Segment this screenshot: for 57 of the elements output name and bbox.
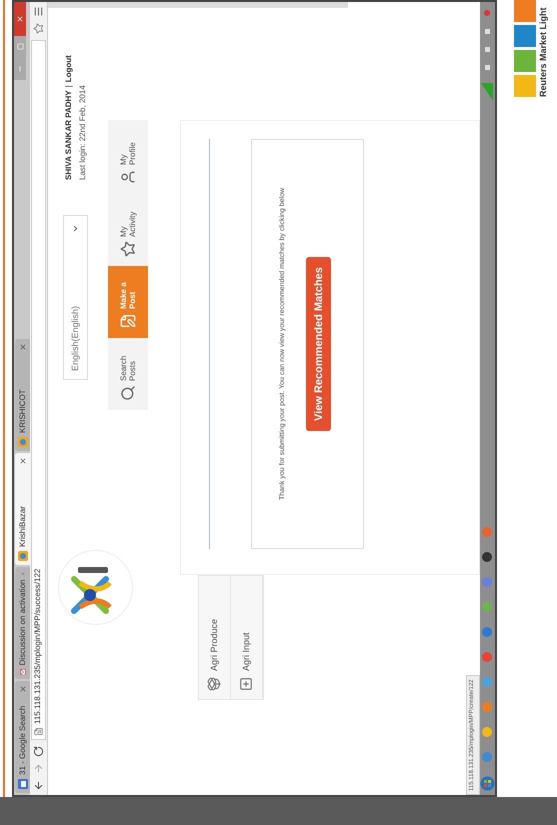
search-icon (120, 385, 136, 401)
view-matches-button[interactable]: View Recommended Matches (306, 257, 332, 431)
forward-icon[interactable] (32, 763, 44, 774)
close-icon[interactable] (18, 457, 26, 465)
add-box-icon (239, 677, 254, 691)
address-bar[interactable]: 115.118.131.235/mplogin/MPP/success/122 (30, 40, 46, 740)
maximize-icon (16, 44, 24, 50)
browser-tab[interactable]: 31 - Google Search (15, 681, 30, 793)
nav-item[interactable]: Search Posts (108, 338, 148, 410)
user-name: SHIVA SANKAR PADHY (62, 90, 74, 180)
tab-title: KRISHICOT (16, 388, 28, 433)
close-button[interactable] (14, 2, 26, 36)
close-icon (16, 15, 24, 23)
tray-icon[interactable] (484, 47, 490, 52)
tray-icon[interactable] (484, 29, 490, 34)
star-icon (120, 241, 136, 257)
sidebar-item[interactable]: Agri Produce (198, 576, 231, 699)
pen-note-icon (120, 313, 136, 329)
tray-icon[interactable] (484, 65, 490, 70)
minimize-button[interactable] (14, 58, 26, 80)
back-icon[interactable] (32, 780, 44, 791)
bookmark-star-icon[interactable] (32, 23, 44, 34)
tab-title: Discussion on activation (16, 580, 28, 666)
browser-tab[interactable]: Discussion on activation (15, 567, 30, 679)
nav-item[interactable]: My Activity (108, 194, 148, 266)
menu-icon[interactable] (32, 6, 44, 17)
signal-icon (481, 83, 494, 101)
separator: | (62, 85, 74, 88)
close-icon[interactable] (18, 685, 26, 693)
logout-link[interactable]: Logout (62, 55, 75, 82)
app-icon[interactable] (481, 726, 494, 738)
person-icon (120, 169, 136, 185)
sidebar-item[interactable]: Agri Input (230, 576, 263, 699)
url-text: 115.118.131.235/mplogin/MPP/success/122 (32, 568, 44, 724)
reload-icon[interactable] (32, 746, 44, 757)
brand-tile (514, 75, 536, 97)
tab-title: 31 - Google Search (16, 704, 28, 775)
mail-icon (18, 669, 28, 675)
calendar-icon (18, 779, 28, 789)
tray-icon[interactable] (484, 10, 490, 16)
site-icon (18, 437, 28, 447)
nav-item[interactable]: My Profile (108, 122, 148, 194)
browser-tab[interactable]: KRISHICOT (15, 339, 30, 451)
last-login-text: Last login: 22nd Feb, 2014 (76, 84, 88, 180)
brand-tile (514, 0, 536, 22)
page-icon (34, 727, 43, 736)
start-orb-icon[interactable] (480, 776, 495, 791)
brand-tile (514, 25, 536, 47)
site-icon (18, 551, 28, 561)
maximize-button[interactable] (14, 36, 26, 58)
brand-name: Reuters Market Light (537, 7, 549, 97)
language-select[interactable]: English(English) (62, 215, 88, 380)
brand-tile (514, 50, 536, 72)
tab-title: KrishiBazar (16, 505, 28, 547)
browser-tab[interactable]: KrishiBazar (15, 453, 30, 565)
close-icon[interactable] (18, 343, 26, 351)
app-icon[interactable] (481, 551, 494, 563)
